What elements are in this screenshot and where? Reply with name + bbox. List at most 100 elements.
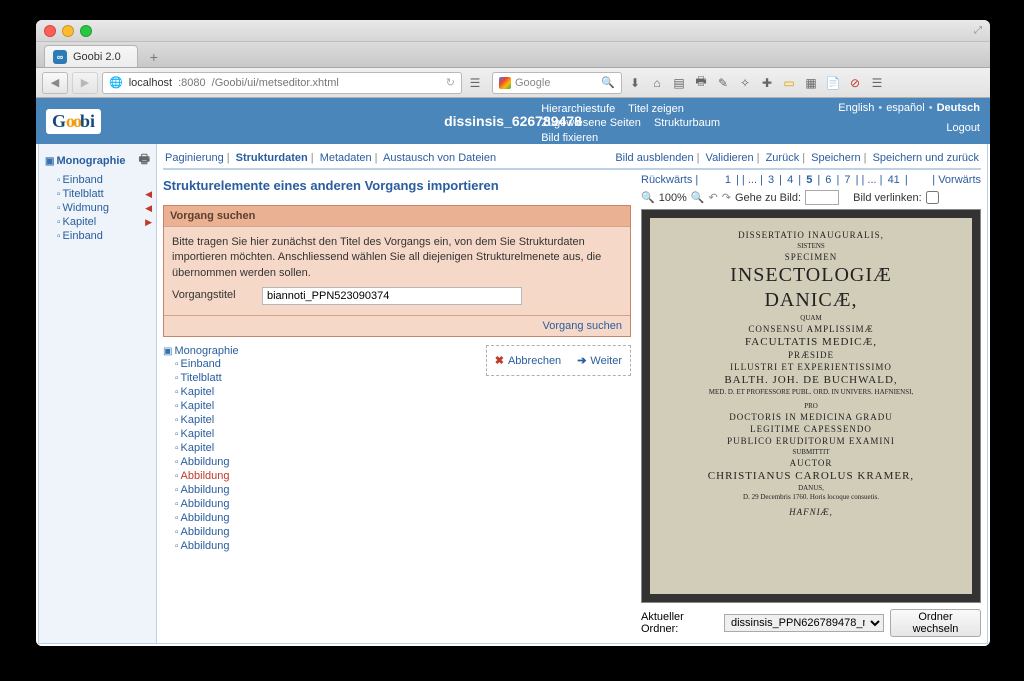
link-hierarchiestufe[interactable]: Hierarchiestufe	[541, 103, 615, 115]
search-bar[interactable]: Google 🔍	[492, 72, 622, 94]
page-icon: ▫	[175, 485, 179, 496]
sidebar-item[interactable]: ▫Einband	[57, 173, 152, 187]
window-minimize-button[interactable]	[62, 25, 74, 37]
result-root[interactable]: Monographie	[174, 345, 238, 357]
zoom-in-icon[interactable]: 🔍	[691, 191, 705, 204]
rotate-left-icon[interactable]: ↶	[709, 191, 718, 204]
next-button[interactable]: ➔Weiter	[577, 354, 622, 367]
window-fullscreen-icon[interactable]: ⤢	[974, 25, 982, 36]
goto-input[interactable]	[805, 190, 839, 205]
result-tree-item[interactable]: ▫Abbildung	[175, 469, 239, 483]
result-tree-item[interactable]: ▫Abbildung	[175, 511, 239, 525]
edit-icon[interactable]: ✎	[714, 74, 732, 92]
link-zugewiesene-seiten[interactable]: Zugewiesene Seiten	[541, 117, 641, 129]
main-content: Paginierung| Strukturdaten| Metadaten| A…	[157, 144, 987, 643]
tab-paginierung[interactable]: Paginierung	[165, 152, 224, 164]
pager-page[interactable]: 6	[823, 174, 833, 186]
rotate-right-icon[interactable]: ↷	[722, 191, 731, 204]
pager-page[interactable]: 3	[766, 174, 776, 186]
result-tree-item[interactable]: ▫Kapitel	[175, 441, 239, 455]
folder-select[interactable]: dissinsis_PPN626789478_media	[724, 614, 884, 632]
action-speichern-zurueck[interactable]: Speichern und zurück	[873, 152, 979, 164]
lang-es[interactable]: español	[886, 102, 925, 114]
window-zoom-button[interactable]	[80, 25, 92, 37]
folder-icon[interactable]: ▭	[780, 74, 798, 92]
page-icon: ▫	[175, 443, 179, 454]
cancel-button[interactable]: ✖Abbrechen	[495, 354, 561, 367]
link-image-checkbox[interactable]	[926, 191, 939, 204]
pager-page[interactable]: 41	[886, 174, 902, 186]
printer-icon[interactable]: 🖶	[139, 150, 150, 171]
nav-forward-button[interactable]: ▶	[72, 72, 98, 94]
zoom-out-icon[interactable]: 🔍	[641, 191, 655, 204]
page-scan[interactable]: DISSERTATIO INAUGURALIS, SISTENS SPECIME…	[641, 209, 981, 603]
badge-icon: ◀	[145, 189, 152, 200]
badge-icon: ▶	[145, 217, 152, 228]
result-tree-item[interactable]: ▫Kapitel	[175, 385, 239, 399]
pager-page[interactable]: 1	[723, 174, 733, 186]
google-icon	[499, 77, 511, 89]
home-icon[interactable]: ⌂	[648, 74, 666, 92]
reader-icon[interactable]: ☰	[466, 74, 484, 92]
tab-metadaten[interactable]: Metadaten	[320, 152, 372, 164]
sidebar-item[interactable]: ▫Widmung◀	[57, 201, 152, 215]
pager-page[interactable]: 4	[785, 174, 795, 186]
action-validieren[interactable]: Validieren	[706, 152, 754, 164]
share-icon[interactable]: ✧	[736, 74, 754, 92]
devtools-icon[interactable]: ▦	[802, 74, 820, 92]
nav-back-button[interactable]: ◀	[42, 72, 68, 94]
browser-tab[interactable]: ∞ Goobi 2.0	[44, 45, 138, 67]
result-tree-item[interactable]: ▫Abbildung	[175, 483, 239, 497]
adblock-icon[interactable]: ⊘	[846, 74, 864, 92]
tab-strukturdaten[interactable]: Strukturdaten	[236, 152, 308, 164]
result-tree-item[interactable]: ▫Kapitel	[175, 399, 239, 413]
url-bar[interactable]: 🌐 localhost:8080/Goobi/ui/metseditor.xht…	[102, 72, 462, 94]
pager-page[interactable]: 7	[842, 174, 852, 186]
result-tree-item[interactable]: ▫Abbildung	[175, 539, 239, 553]
result-tree-item[interactable]: ▫Abbildung	[175, 497, 239, 511]
print-icon[interactable]: 🖶	[692, 74, 710, 92]
page-icon: ▫	[175, 359, 179, 370]
window-close-button[interactable]	[44, 25, 56, 37]
page-icon: ▫	[175, 415, 179, 426]
new-tab-button[interactable]: +	[144, 47, 164, 67]
page-icon: ▫	[175, 527, 179, 538]
lang-de[interactable]: Deutsch	[937, 102, 980, 114]
sidebar-root[interactable]: Monographie	[56, 155, 125, 167]
link-titel-zeigen[interactable]: Titel zeigen	[628, 103, 684, 115]
page-forward-link[interactable]: Vorwärts	[938, 174, 981, 186]
tab-austausch[interactable]: Austausch von Dateien	[383, 152, 496, 164]
action-zurueck[interactable]: Zurück	[766, 152, 800, 164]
result-tree-item[interactable]: ▫Abbildung	[175, 525, 239, 539]
vorgang-suchen-link[interactable]: Vorgang suchen	[542, 320, 622, 332]
page-icon: ▫	[175, 429, 179, 440]
page-icon: ▫	[57, 217, 61, 228]
reload-icon[interactable]: ↻	[446, 76, 455, 89]
pager-page[interactable]: 5	[804, 174, 814, 186]
result-tree-item[interactable]: ▫Einband	[175, 357, 239, 371]
result-tree-item[interactable]: ▫Kapitel	[175, 413, 239, 427]
lang-en[interactable]: English	[838, 102, 874, 114]
sidebar-item[interactable]: ▫Einband	[57, 229, 152, 243]
bookmarks-icon[interactable]: ▤	[670, 74, 688, 92]
menu-icon[interactable]: ☰	[868, 74, 886, 92]
result-tree-item[interactable]: ▫Titelblatt	[175, 371, 239, 385]
sidebar-item[interactable]: ▫Titelblatt◀	[57, 187, 152, 201]
download-icon[interactable]: ⬇	[626, 74, 644, 92]
link-bild-fixieren[interactable]: Bild fixieren	[541, 132, 598, 144]
sidebar-item[interactable]: ▫Kapitel▶	[57, 215, 152, 229]
page-icon[interactable]: 📄	[824, 74, 842, 92]
link-strukturbaum[interactable]: Strukturbaum	[654, 117, 720, 129]
page-back-link[interactable]: Rückwärts	[641, 174, 692, 186]
vorgangstitel-input[interactable]	[262, 287, 522, 305]
logout-link[interactable]: Logout	[946, 122, 980, 134]
search-magnify-icon: 🔍	[601, 76, 615, 89]
folder-change-button[interactable]: Ordner wechseln	[890, 609, 981, 637]
result-tree-item[interactable]: ▫Abbildung	[175, 455, 239, 469]
clip-icon[interactable]: ✚	[758, 74, 776, 92]
result-tree-item[interactable]: ▫Kapitel	[175, 427, 239, 441]
action-bild-ausblenden[interactable]: Bild ausblenden	[615, 152, 693, 164]
app-logo[interactable]: Goobi	[46, 109, 101, 134]
tab-title: Goobi 2.0	[73, 51, 121, 63]
action-speichern[interactable]: Speichern	[811, 152, 861, 164]
